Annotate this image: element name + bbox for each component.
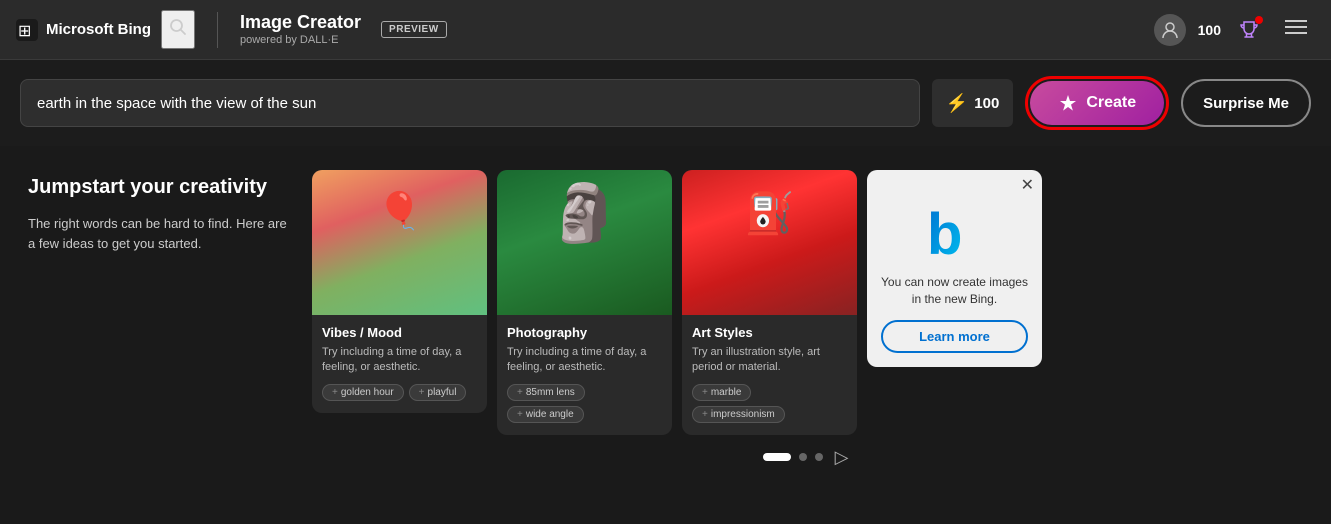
tag-marble[interactable]: +marble [692,384,751,401]
card-vibes[interactable]: Vibes / Mood Try including a time of day… [312,170,487,413]
create-button[interactable]: Create [1030,81,1164,125]
app-title-block: Image Creator powered by DALL·E [240,12,361,47]
header-left: ⊞ Microsoft Bing Image Creator powered b… [16,10,447,49]
pagination-dot-3[interactable] [815,453,823,461]
jumpstart-title: Jumpstart your creativity [28,174,288,200]
header: ⊞ Microsoft Bing Image Creator powered b… [0,0,1331,60]
create-button-wrapper: Create [1025,76,1169,130]
user-avatar-button[interactable] [1154,14,1186,46]
surprise-me-button[interactable]: Surprise Me [1181,79,1311,127]
hamburger-menu-button[interactable] [1277,14,1315,46]
promo-bing-logo: b [867,170,1042,274]
surprise-button-label: Surprise Me [1203,95,1289,112]
coins-count: 100 [1198,22,1221,38]
rewards-button[interactable] [1233,14,1265,46]
learn-more-button[interactable]: Learn more [881,320,1028,353]
card-art-styles-tags: +marble +impressionism [692,384,847,423]
svg-text:b: b [927,202,962,264]
card-photography-info: Photography Try including a time of day,… [497,315,672,435]
pagination-dot-active[interactable] [763,453,791,461]
card-vibes-desc: Try including a time of day, a feeling, … [322,345,477,376]
bing-brand-text: Microsoft Bing [46,21,151,38]
card-vibes-info: Vibes / Mood Try including a time of day… [312,315,487,413]
card-photography-tags: +85mm lens +wide angle [507,384,662,423]
card-art-styles-info: Art Styles Try an illustration style, ar… [682,315,857,435]
svg-text:⊞: ⊞ [18,23,31,40]
card-photography[interactable]: Photography Try including a time of day,… [497,170,672,435]
tag-impressionism[interactable]: +impressionism [692,406,785,423]
promo-text: You can now create images in the new Bin… [867,274,1042,320]
pagination-next-button[interactable]: ▷ [831,447,853,468]
trophy-notification-dot [1255,16,1263,24]
card-art-styles-image [682,170,857,315]
card-vibes-image [312,170,487,315]
left-panel: Jumpstart your creativity The right word… [28,170,288,500]
menu-icon [1285,18,1307,36]
create-button-label: Create [1086,94,1136,112]
header-search-button[interactable] [161,10,195,49]
card-vibes-title: Vibes / Mood [322,325,477,340]
prompt-input[interactable] [37,95,903,112]
promo-card: ✕ b You can now create images in the new… [867,170,1042,367]
card-art-styles-title: Art Styles [692,325,847,340]
create-button-icon [1058,93,1078,113]
cards-row: Vibes / Mood Try including a time of day… [312,170,1303,435]
tag-85mm-lens[interactable]: +85mm lens [507,384,585,401]
user-icon [1161,21,1179,39]
pagination: ▷ [312,447,1303,468]
tag-golden-hour[interactable]: +golden hour [322,384,404,401]
pagination-dot-2[interactable] [799,453,807,461]
cards-area: Vibes / Mood Try including a time of day… [312,170,1303,500]
card-photography-image [497,170,672,315]
header-right: 100 [1154,14,1315,46]
app-title: Image Creator [240,12,361,34]
boost-icon: ⚡ [946,93,968,114]
card-vibes-tags: +golden hour +playful [322,384,477,401]
boost-badge: ⚡ 100 [932,79,1013,127]
bing-promo-icon: b [923,200,987,264]
app-subtitle: powered by DALL·E [240,34,361,47]
bing-logo-icon: ⊞ [16,19,38,41]
card-photography-title: Photography [507,325,662,340]
header-divider [217,12,218,48]
bing-logo[interactable]: ⊞ Microsoft Bing [16,19,151,41]
card-art-styles[interactable]: Art Styles Try an illustration style, ar… [682,170,857,435]
card-art-styles-desc: Try an illustration style, art period or… [692,345,847,376]
jumpstart-desc: The right words can be hard to find. Her… [28,214,288,253]
main-content: Jumpstart your creativity The right word… [0,146,1331,524]
tag-wide-angle[interactable]: +wide angle [507,406,584,423]
preview-badge: PREVIEW [381,21,447,38]
search-icon [169,18,187,36]
promo-close-button[interactable]: ✕ [1021,178,1034,194]
search-input-wrapper [20,79,920,127]
card-photography-desc: Try including a time of day, a feeling, … [507,345,662,376]
boost-count: 100 [974,95,999,112]
tag-playful[interactable]: +playful [409,384,467,401]
search-bar-row: ⚡ 100 Create Surprise Me [0,60,1331,146]
